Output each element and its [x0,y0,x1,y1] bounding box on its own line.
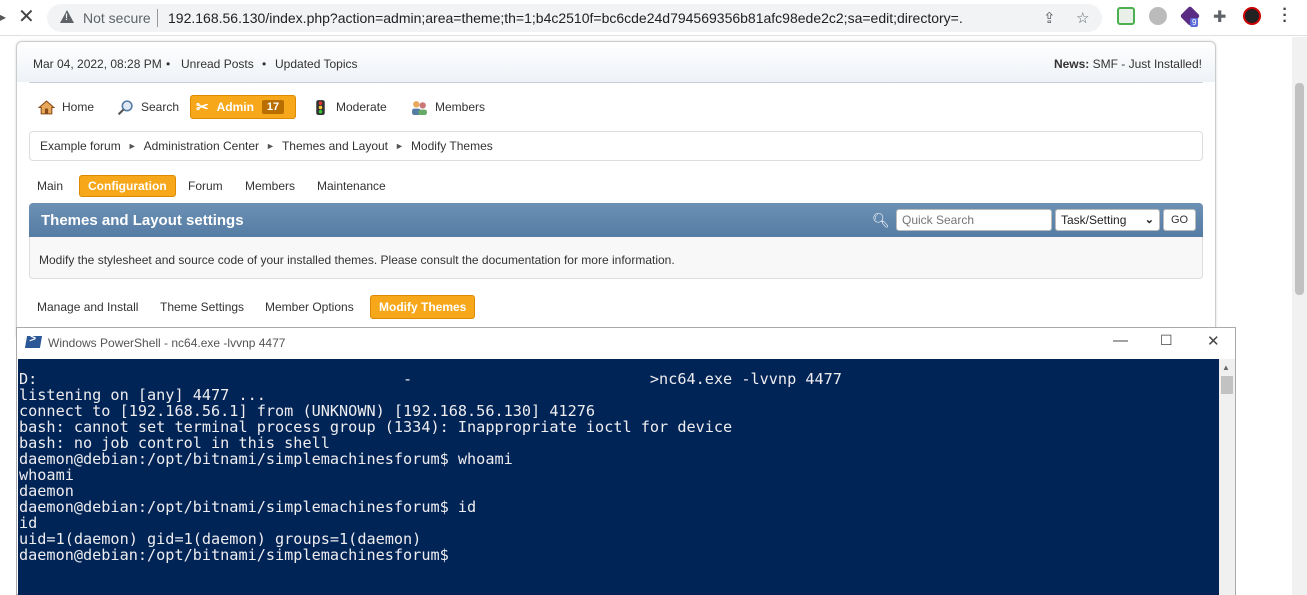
share-icon[interactable]: ⇪ [1043,9,1056,27]
section-description: Modify the stylesheet and source code of… [29,237,1203,279]
subtab-manage-install[interactable]: Manage and Install [29,295,146,319]
tab-configuration[interactable]: Configuration [79,175,176,197]
admin-count-badge: 17 [261,100,285,114]
search-scope-value: Task/Setting [1061,213,1127,227]
tools-icon: ✂ [196,99,209,116]
scroll-up-icon[interactable]: ▲ [1222,363,1230,372]
profile-avatar[interactable] [1243,7,1261,25]
breadcrumb-arrow-icon: ► [127,141,137,151]
not-secure-label[interactable]: Not secure [83,10,151,26]
menu-admin[interactable]: ✂ Admin 17 [190,95,296,119]
powershell-titlebar[interactable]: Windows PowerShell - nc64.exe -lvvnp 447… [17,328,1235,358]
updated-topics-link[interactable]: Updated Topics [275,57,358,71]
news-text: SMF - Just Installed! [1092,57,1202,71]
breadcrumb-link[interactable]: Modify Themes [411,139,493,153]
search-scope-select[interactable]: Task/Setting ⌄ [1055,209,1160,231]
quick-search-input[interactable] [896,209,1052,231]
url-text[interactable]: 192.168.56.130/index.php?action=admin;ar… [168,10,963,26]
powershell-icon [24,336,43,348]
puzzle-extensions-icon[interactable]: ✚ [1213,7,1226,27]
minimize-button[interactable]: — [1113,332,1128,349]
subtab-member-options[interactable]: Member Options [257,295,362,319]
terminal-text: D: - >nc64.exe -lvvnp 4477 listening on … [18,359,1219,563]
terminal-scrollbar[interactable]: ▲ [1219,359,1235,595]
breadcrumb-arrow-icon: ► [395,141,404,151]
separator-dot: • [166,57,171,71]
warning-icon [60,10,74,23]
menu-search[interactable]: Search [117,95,179,119]
breadcrumb-link[interactable]: Themes and Layout [282,139,388,153]
menu-home[interactable]: Home [38,95,94,119]
terminal-line: daemon@debian:/opt/bitnami/simplemachine… [19,546,449,564]
browser-toolbar: ▸ ✕ Not secure 192.168.56.130/index.php?… [0,0,1307,36]
go-button[interactable]: GO [1163,209,1196,231]
chevron-down-icon: ⌄ [1144,214,1154,226]
menu-admin-label: Admin [216,100,254,114]
terminal-line: daemon@debian:/opt/bitnami/simplemachine… [19,450,513,468]
globe-extension-icon[interactable] [1149,7,1167,25]
maximize-button[interactable]: ☐ [1160,332,1173,349]
news-ticker: News: SMF - Just Installed! [1054,57,1202,71]
bookmark-star-icon[interactable]: ☆ [1076,9,1089,27]
close-button[interactable]: ✕ [1207,332,1220,350]
separator-dot: • [262,57,267,71]
search-icon: 🔍︎ [872,212,890,228]
powershell-window[interactable]: Windows PowerShell - nc64.exe -lvvnp 447… [16,327,1236,595]
breadcrumb-link[interactable]: Administration Center [144,139,259,153]
menu-members-label: Members [435,100,486,114]
extension-badge: 9 [1190,18,1199,27]
section-header: Themes and Layout settings 🔍︎ Task/Setti… [29,203,1203,237]
current-date: Mar 04, 2022, 08:28 PM [33,57,162,71]
extension-icon[interactable] [1117,7,1135,25]
tab-maintenance[interactable]: Maintenance [309,175,394,197]
tab-forum[interactable]: Forum [180,175,231,197]
unread-posts-link[interactable]: Unread Posts [181,57,254,71]
window-title: Windows PowerShell - nc64.exe -lvvnp 447… [48,336,286,350]
terminal-output[interactable]: D: - >nc64.exe -lvvnp 4477 listening on … [18,359,1219,595]
menu-home-label: Home [62,100,95,114]
forum-top-bar: Mar 04, 2022, 08:28 PM • Unread Posts • … [17,42,1215,82]
terminal-line: daemon@debian:/opt/bitnami/simplemachine… [19,498,477,516]
menu-search-label: Search [141,100,180,114]
page-scrollbar-thumb[interactable] [1295,83,1304,295]
news-label: News: [1053,57,1090,71]
subtab-modify-themes[interactable]: Modify Themes [370,295,476,319]
menu-members[interactable]: Members [411,95,485,119]
home-icon [38,99,55,114]
url-divider [157,9,158,27]
members-icon [412,100,427,115]
traffic-light-icon [316,99,325,115]
menu-moderate[interactable]: Moderate [312,95,387,119]
breadcrumb-arrow-icon: ► [266,141,275,151]
terminal-scrollbar-thumb[interactable] [1221,376,1233,394]
search-icon [117,99,133,115]
menu-moderate-label: Moderate [336,100,387,114]
page-scrollbar[interactable] [1292,37,1307,595]
tab-main[interactable]: Main [29,175,71,197]
tab-members[interactable]: Members [237,175,303,197]
back-arrow-icon[interactable]: ▸ [0,10,6,24]
breadcrumb: Example forum ► Administration Center ► … [29,131,1203,161]
subtab-theme-settings[interactable]: Theme Settings [152,295,252,319]
section-title: Themes and Layout settings [41,212,244,229]
address-bar[interactable]: Not secure 192.168.56.130/index.php?acti… [47,4,1102,32]
divider [29,82,1203,83]
browser-menu-icon[interactable]: · · · [1280,2,1290,30]
breadcrumb-link[interactable]: Example forum [40,139,121,153]
stop-loading-button[interactable]: ✕ [18,6,35,28]
